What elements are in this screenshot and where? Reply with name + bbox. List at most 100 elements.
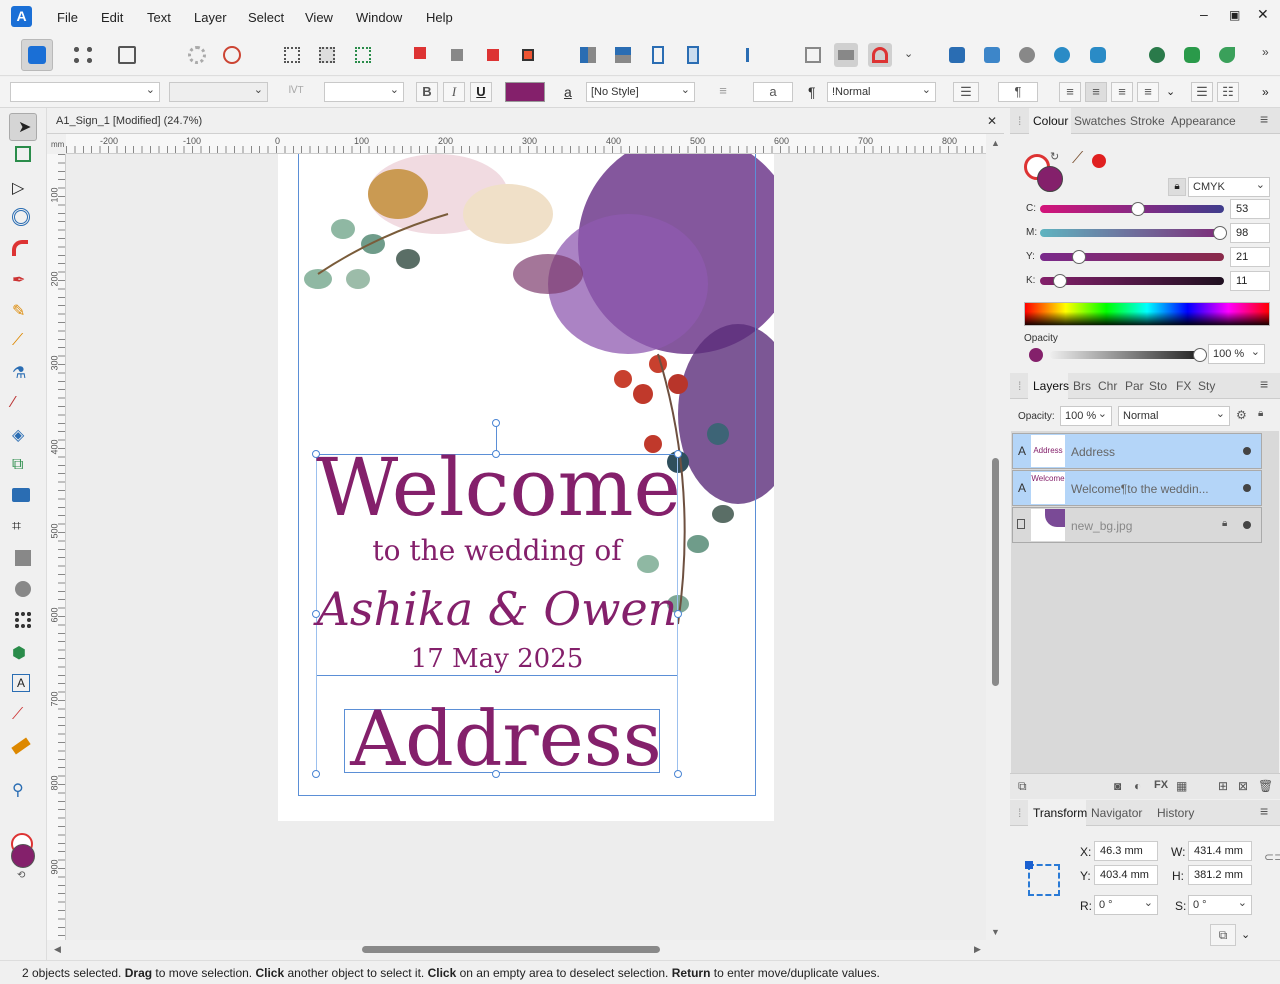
paragraph-a-button[interactable]: a	[753, 82, 793, 102]
channel-slider-knob[interactable]	[1053, 274, 1068, 288]
settings-button[interactable]	[185, 43, 209, 67]
tab-paragraph[interactable]: Par	[1125, 379, 1144, 393]
height-field[interactable]: 381.2 mm	[1188, 865, 1252, 885]
tab-navigator[interactable]: Navigator	[1091, 806, 1142, 820]
layers-studio-icon[interactable]: ⧉	[1018, 779, 1027, 794]
layer-opacity-dropdown[interactable]: 100 %	[1060, 406, 1112, 426]
menu-file[interactable]: File	[57, 10, 78, 25]
rotate-left-button[interactable]	[646, 43, 670, 67]
move-tool-button[interactable]: ➤	[9, 113, 37, 141]
blend-mode-dropdown[interactable]: Normal	[1118, 406, 1230, 426]
transform-origin-icon[interactable]: ⧉	[1210, 924, 1236, 946]
resize-handle[interactable]	[674, 610, 682, 618]
maximize-button[interactable]: ▣	[1229, 8, 1240, 22]
fill-tool-icon[interactable]: ⚗	[12, 363, 34, 385]
scroll-up-icon[interactable]: ▲	[991, 138, 1000, 148]
paint-brush-icon[interactable]: ⁄	[12, 394, 34, 416]
fx-icon[interactable]: FX	[1154, 779, 1168, 791]
close-window-button[interactable]: ✕	[1257, 6, 1269, 23]
picked-color-swatch[interactable]	[1092, 154, 1106, 168]
anchor-selector[interactable]	[1025, 861, 1060, 896]
chevron-down-icon[interactable]: ⌄	[1241, 928, 1250, 941]
channel-value-field[interactable]: 21	[1230, 247, 1270, 267]
tab-fx[interactable]: FX	[1176, 379, 1191, 393]
gradient-tool-icon[interactable]: ⧉	[12, 456, 34, 478]
menu-edit[interactable]: Edit	[101, 10, 123, 25]
add-layer-icon[interactable]: ⊞	[1218, 779, 1228, 793]
justify-text-button[interactable]: ≡	[1137, 82, 1159, 102]
rectangle-tool-icon[interactable]	[15, 550, 31, 566]
gear-icon[interactable]: ⚙	[1236, 408, 1247, 422]
select-inside-button[interactable]	[315, 43, 339, 67]
canvas[interactable]: Welcome to the wedding of Ashika & Owen …	[66, 154, 986, 940]
scroll-left-icon[interactable]: ◀	[54, 944, 61, 955]
paragraph-style-dropdown[interactable]: !Normal	[827, 82, 936, 102]
color-picker-icon[interactable]: ⟋	[12, 706, 34, 728]
curve-tool-icon[interactable]	[12, 240, 28, 256]
measure-tool-icon[interactable]	[11, 737, 31, 755]
y-position-field[interactable]: 403.4 mm	[1094, 865, 1158, 885]
menu-layer[interactable]: Layer	[194, 10, 227, 25]
date-text[interactable]: 17 May 2025	[316, 644, 678, 674]
font-family-dropdown[interactable]	[10, 82, 160, 102]
fill-color-well[interactable]	[1037, 166, 1063, 192]
resize-handle[interactable]	[312, 770, 320, 778]
underline-button[interactable]: U	[470, 82, 492, 102]
channel-value-field[interactable]: 98	[1230, 223, 1270, 243]
layer-name[interactable]: Address	[1071, 445, 1115, 459]
move-back-button[interactable]	[410, 43, 434, 67]
menu-view[interactable]: View	[305, 10, 333, 25]
chevron-down-icon[interactable]: ⌄	[904, 47, 913, 60]
opacity-value-dropdown[interactable]: 100 %	[1208, 344, 1265, 364]
numbered-list-button[interactable]: ☷	[1217, 82, 1239, 102]
tab-colour[interactable]: Colour	[1033, 114, 1068, 128]
tab-stock[interactable]: Sto	[1149, 379, 1167, 393]
tab-character[interactable]: Chr	[1098, 379, 1117, 393]
x-position-field[interactable]: 46.3 mm	[1094, 841, 1158, 861]
paragraph-pilcrow-button[interactable]: ¶	[998, 82, 1038, 102]
text-flow-button[interactable]: ☰	[953, 82, 979, 102]
visibility-dot[interactable]	[1243, 521, 1251, 529]
minimize-button[interactable]: –	[1200, 6, 1208, 22]
panel-grip-icon[interactable]: ⁞	[1018, 114, 1021, 128]
channel-slider-knob[interactable]	[1130, 202, 1145, 216]
couple-names-text[interactable]: Ashika & Owen	[316, 582, 678, 636]
corner-tool-icon[interactable]	[12, 208, 30, 226]
mask-icon[interactable]: ◙	[1114, 779, 1121, 793]
shear-field[interactable]: 0 °	[1188, 895, 1252, 915]
channel-slider[interactable]	[1040, 274, 1224, 288]
swap-colors-icon[interactable]: ↻	[1050, 150, 1059, 163]
export-persona-button[interactable]	[115, 43, 139, 67]
character-glyph[interactable]: a	[564, 84, 572, 100]
vertical-scroll-thumb[interactable]	[992, 458, 999, 686]
node-tool-icon[interactable]: ▷	[12, 178, 34, 200]
align-center-text-button[interactable]: ≡	[1085, 82, 1107, 102]
layer-name[interactable]: Welcome¶to the weddin...	[1071, 482, 1209, 496]
trash-icon[interactable]: 🗑︎	[1258, 779, 1273, 793]
opacity-slider-knob[interactable]	[1193, 348, 1207, 362]
boolean-intersect-button[interactable]	[1015, 43, 1039, 67]
link-icon[interactable]: ⊂⊃	[1264, 850, 1280, 864]
width-field[interactable]: 431.4 mm	[1188, 841, 1252, 861]
designer-persona-button[interactable]	[21, 39, 53, 71]
resize-handle[interactable]	[492, 770, 500, 778]
horizontal-scroll-thumb[interactable]	[362, 946, 660, 953]
close-document-button[interactable]: ✕	[987, 114, 997, 128]
live-filter-icon[interactable]: ▦	[1176, 779, 1187, 793]
panel-grip-icon[interactable]: ⁞	[1018, 379, 1021, 393]
channel-slider-knob[interactable]	[1071, 250, 1086, 264]
adjustment-icon[interactable]: ◐	[1134, 779, 1141, 793]
opacity-slider[interactable]	[1050, 351, 1200, 359]
pencil-tool-icon[interactable]: ✎	[12, 301, 34, 323]
text-color-swatch[interactable]	[505, 82, 545, 102]
forward-one-button[interactable]	[481, 43, 505, 67]
color-model-dropdown[interactable]: CMYK	[1188, 177, 1270, 197]
align-more-icon[interactable]: ⌄	[1166, 85, 1175, 98]
menu-window[interactable]: Window	[356, 10, 402, 25]
boolean-subtract-button[interactable]	[980, 43, 1004, 67]
color-picker-icon[interactable]: ⟋	[1072, 150, 1083, 168]
lock-icon[interactable]: 🔒︎	[1222, 518, 1227, 529]
font-style-dropdown[interactable]	[169, 82, 268, 102]
panel-menu-icon[interactable]: ≡	[1260, 111, 1268, 127]
boolean-divide-button[interactable]	[1086, 43, 1110, 67]
